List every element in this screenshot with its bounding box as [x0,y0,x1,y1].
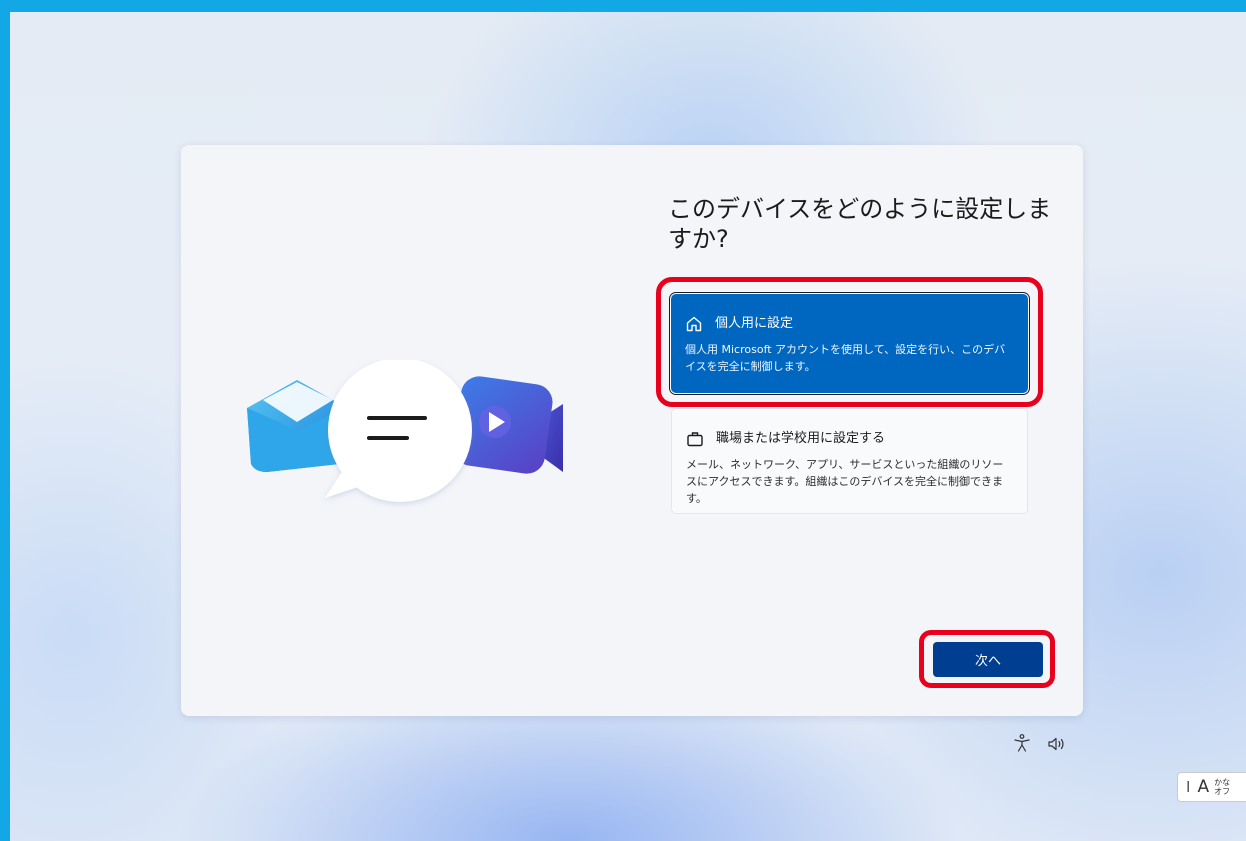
ime-input-letter: A [1197,777,1210,797]
chat-bubble-icon [325,360,472,502]
volume-icon[interactable] [1047,736,1067,752]
option-personal[interactable]: 個人用に設定 個人用 Microsoft アカウントを使用して、設定を行い、この… [671,294,1028,393]
ime-mode-line1: かな [1214,778,1231,787]
option-work-header: 職場または学校用に設定する [686,429,1013,449]
accessibility-icon[interactable] [1012,733,1032,753]
home-icon [686,316,702,332]
briefcase-icon [687,432,703,447]
option-personal-description: 個人用 Microsoft アカウントを使用して、設定を行い、このデバイスを完全… [685,343,1006,373]
option-work-title: 職場または学校用に設定する [716,431,886,446]
option-work-description: メール、ネットワーク、アプリ、サービスといった組織のリソースにアクセスできます。… [686,458,1004,505]
text-cursor-icon: I [1186,778,1191,796]
ime-mode: かな オフ [1214,778,1230,796]
option-personal-title: 個人用に設定 [715,316,794,331]
option-work[interactable]: 職場または学校用に設定する メール、ネットワーク、アプリ、サービスといった組織の… [671,408,1028,514]
ime-indicator[interactable]: I A かな オフ [1177,772,1246,802]
page-title: このデバイスをどのように設定しますか? [668,195,1052,253]
option-personal-header: 個人用に設定 [685,314,1014,334]
ime-mode-line2: オフ [1214,787,1231,796]
next-button[interactable]: 次へ [933,642,1043,677]
illustration [247,360,563,502]
